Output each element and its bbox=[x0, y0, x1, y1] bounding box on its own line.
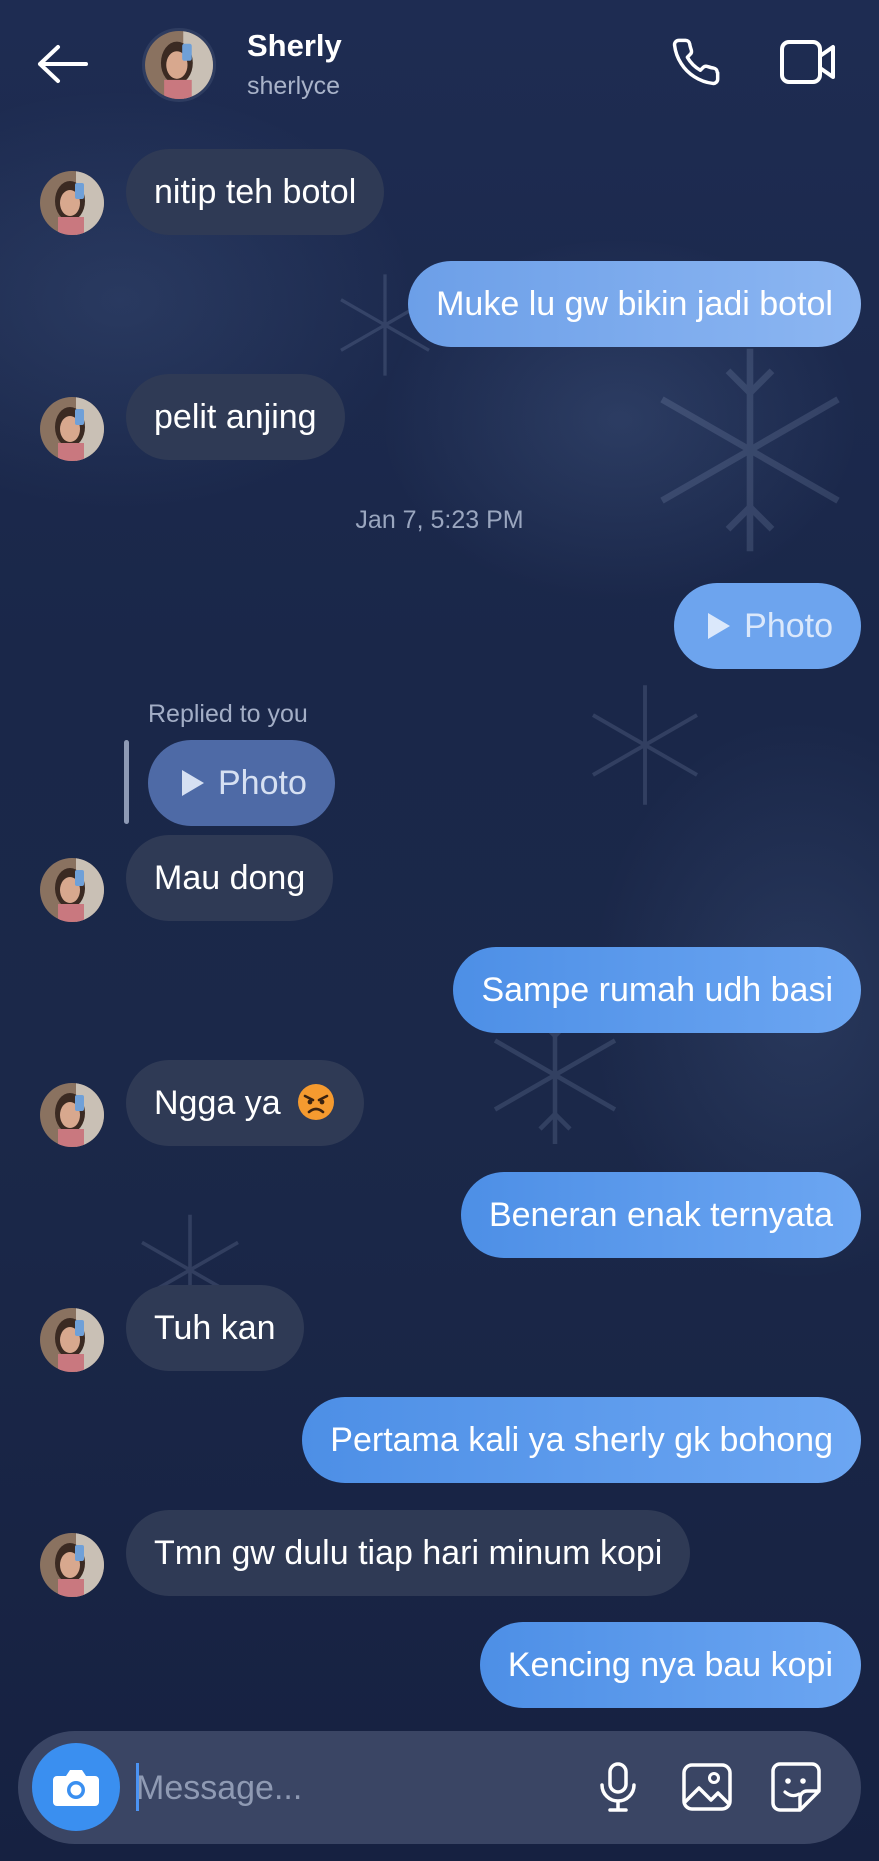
avatar-image bbox=[40, 1533, 104, 1597]
video-call-button[interactable] bbox=[772, 30, 844, 94]
avatar-image bbox=[40, 1308, 104, 1372]
sender-avatar[interactable] bbox=[40, 1533, 104, 1597]
message-composer bbox=[18, 1731, 861, 1844]
sender-avatar[interactable] bbox=[40, 171, 104, 235]
avatar-image bbox=[40, 397, 104, 461]
message-incoming[interactable]: Mau dong bbox=[126, 835, 334, 921]
message-incoming[interactable]: Tuh kan bbox=[126, 1285, 304, 1371]
message-incoming[interactable]: nitip teh botol bbox=[126, 149, 385, 235]
play-icon bbox=[182, 770, 204, 796]
back-button[interactable] bbox=[30, 36, 94, 92]
avatar-image bbox=[40, 1083, 104, 1147]
snowflake-decoration bbox=[592, 685, 698, 805]
photo-message-replied[interactable]: Photo bbox=[148, 740, 335, 826]
sticker-icon bbox=[771, 1762, 821, 1812]
photo-label: Photo bbox=[744, 607, 833, 645]
angry-face-emoji bbox=[298, 1084, 335, 1121]
message-outgoing[interactable]: Sampe rumah udh basi bbox=[453, 947, 861, 1033]
microphone-icon bbox=[600, 1762, 636, 1812]
text-cursor bbox=[136, 1763, 139, 1811]
contact-avatar[interactable] bbox=[142, 28, 216, 102]
photo-label: Photo bbox=[218, 764, 307, 802]
video-camera-icon bbox=[780, 40, 835, 84]
reply-label: Replied to you bbox=[148, 700, 308, 728]
arrow-left-icon bbox=[38, 45, 88, 83]
message-timestamp: Jan 7, 5:23 PM bbox=[355, 506, 524, 534]
message-incoming[interactable]: Tmn gw dulu tiap hari minum kopi bbox=[126, 1510, 691, 1596]
message-incoming[interactable]: Ngga ya bbox=[126, 1060, 365, 1146]
play-icon bbox=[708, 613, 731, 639]
message-outgoing[interactable]: Muke lu gw bikin jadi botol bbox=[408, 261, 861, 347]
sender-avatar[interactable] bbox=[40, 1308, 104, 1372]
message-outgoing[interactable]: Pertama kali ya sherly gk bohong bbox=[302, 1397, 861, 1483]
message-outgoing[interactable]: Kencing nya bau kopi bbox=[479, 1622, 861, 1708]
chat-header: Sherly sherlyce bbox=[0, 0, 879, 130]
photo-message-outgoing[interactable]: Photo bbox=[674, 583, 861, 669]
sender-avatar[interactable] bbox=[40, 858, 104, 922]
camera-button[interactable] bbox=[32, 1743, 120, 1831]
reply-indicator-bar bbox=[124, 740, 129, 824]
message-outgoing[interactable]: Beneran enak ternyata bbox=[460, 1172, 861, 1258]
camera-icon bbox=[53, 1770, 99, 1806]
microphone-button[interactable] bbox=[586, 1755, 650, 1819]
contact-name[interactable]: Sherly bbox=[247, 28, 342, 64]
avatar-image bbox=[145, 31, 213, 99]
sticker-button[interactable] bbox=[764, 1755, 828, 1819]
avatar-image bbox=[40, 858, 104, 922]
contact-username: sherlyce bbox=[247, 72, 341, 100]
message-incoming[interactable]: pelit anjing bbox=[126, 374, 345, 460]
voice-call-button[interactable] bbox=[664, 30, 728, 94]
image-icon bbox=[682, 1763, 732, 1811]
avatar-image bbox=[40, 171, 104, 235]
sender-avatar[interactable] bbox=[40, 1083, 104, 1147]
phone-icon bbox=[672, 38, 720, 86]
sender-avatar[interactable] bbox=[40, 397, 104, 461]
gallery-button[interactable] bbox=[675, 1755, 739, 1819]
message-input[interactable] bbox=[136, 1759, 576, 1817]
message-text: Ngga ya bbox=[154, 1084, 281, 1122]
